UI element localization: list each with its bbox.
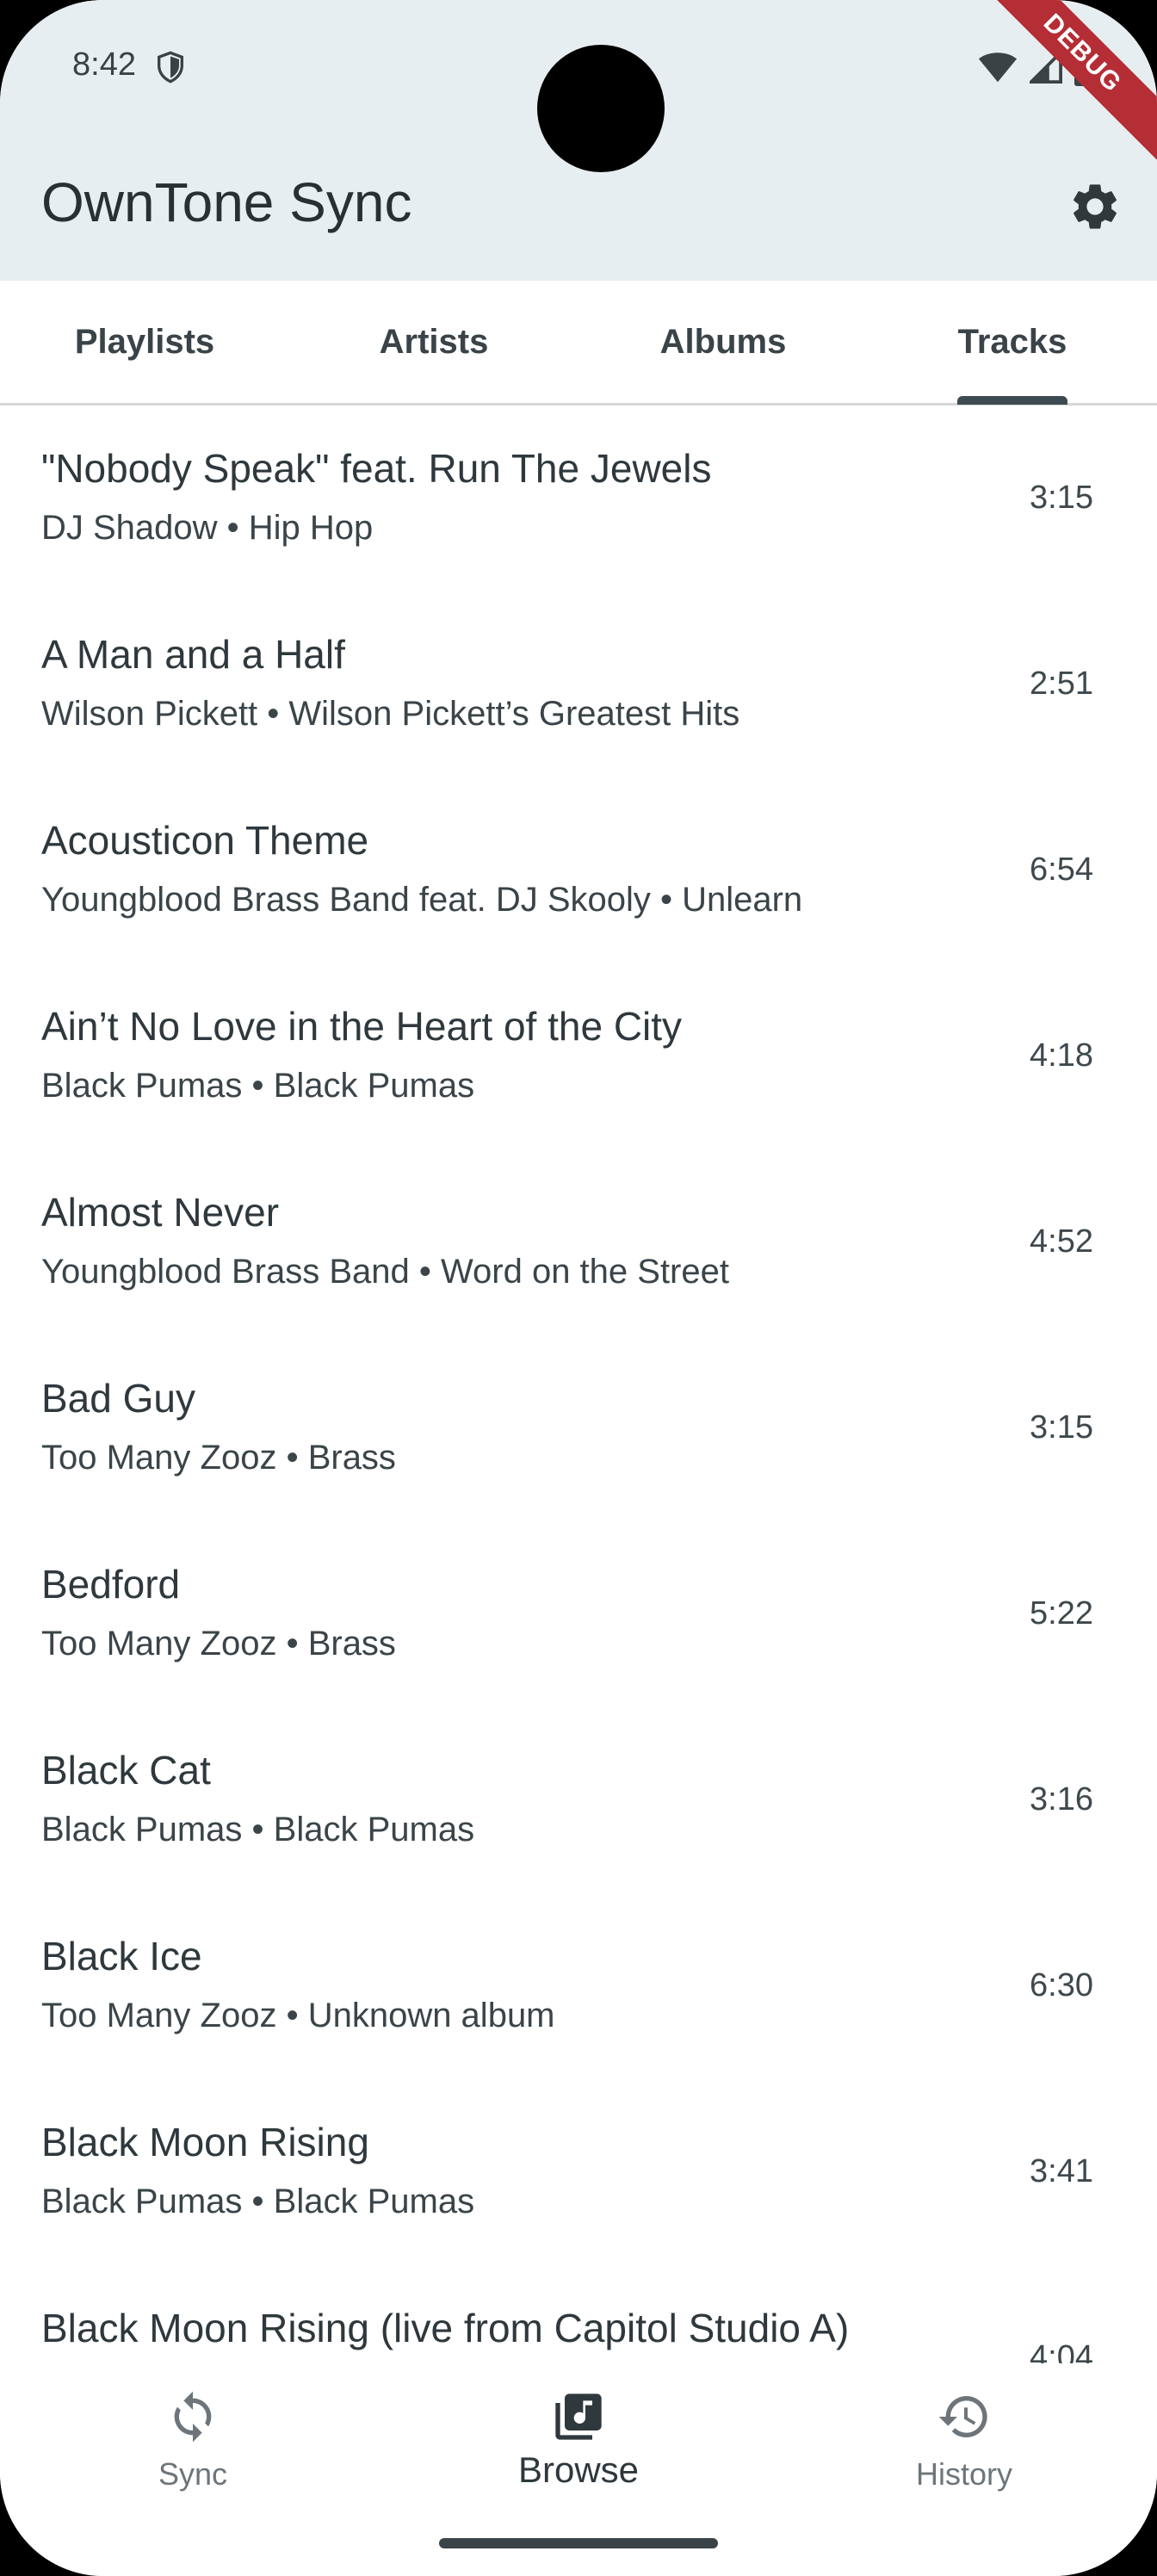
track-subtitle: Black Pumas • Black Pumas	[41, 1067, 475, 1105]
app-screen: 8:42 DEBUG OwnTone Sync Playlists Artist…	[0, 0, 1157, 2576]
track-row[interactable]: Black Moon Rising Black Pumas • Black Pu…	[0, 2079, 1157, 2265]
track-duration: 2:51	[1030, 666, 1093, 702]
tab-albums[interactable]: Albums	[578, 281, 868, 403]
track-subtitle: Wilson Pickett • Wilson Pickett’s Greate…	[41, 695, 740, 733]
app-title: OwnTone Sync	[41, 171, 412, 233]
track-row[interactable]: Black Cat Black Pumas • Black Pumas 3:16	[0, 1707, 1157, 1893]
track-subtitle: Black Pumas • Black Pumas	[41, 2183, 475, 2220]
track-title: Bad Guy	[41, 1376, 195, 1421]
track-duration: 5:22	[1030, 1595, 1093, 1632]
track-subtitle: DJ Shadow • Hip Hop	[41, 509, 374, 547]
track-row[interactable]: Black Ice Too Many Zooz • Unknown album …	[0, 1893, 1157, 2079]
library-music-icon	[555, 2393, 602, 2440]
track-duration: 3:41	[1030, 2153, 1093, 2189]
nav-sync-label: Sync	[158, 2456, 228, 2492]
track-duration: 4:18	[1030, 1037, 1093, 1074]
track-title: A Man and a Half	[41, 632, 345, 677]
bottom-navigation: Sync Browse History	[0, 2363, 1157, 2576]
track-title: Almost Never	[41, 1190, 280, 1235]
track-title: Black Ice	[41, 1934, 202, 1978]
track-subtitle: Youngblood Brass Band • Word on the Stre…	[41, 1253, 729, 1291]
track-row[interactable]: Acousticon Theme Youngblood Brass Band f…	[0, 777, 1157, 963]
track-title: Black Moon Rising (live from Capitol Stu…	[41, 2306, 850, 2350]
track-duration: 4:04	[1030, 2339, 1093, 2363]
sync-icon	[174, 2391, 212, 2443]
track-row[interactable]: A Man and a Half Wilson Pickett • Wilson…	[0, 591, 1157, 777]
track-row[interactable]: Bad Guy Too Many Zooz • Brass 3:15	[0, 1335, 1157, 1521]
track-subtitle: Youngblood Brass Band feat. DJ Skooly • …	[41, 881, 803, 919]
track-title: Ain’t No Love in the Heart of the City	[41, 1004, 683, 1049]
tab-playlists[interactable]: Playlists	[0, 281, 289, 403]
settings-gear-icon[interactable]	[1067, 179, 1123, 234]
track-duration: 3:15	[1030, 1409, 1093, 1446]
track-duration: 6:54	[1030, 851, 1093, 888]
status-time: 8:42	[72, 46, 136, 83]
track-list[interactable]: "Nobody Speak" feat. Run The Jewels DJ S…	[0, 406, 1157, 2363]
tab-indicator	[957, 396, 1067, 405]
track-title: Black Cat	[41, 1748, 211, 1793]
nav-browse[interactable]: Browse	[386, 2363, 771, 2536]
track-subtitle: Black Pumas • Black Pumas	[41, 1811, 475, 1848]
track-title: "Nobody Speak" feat. Run The Jewels	[41, 446, 712, 491]
track-duration: 6:30	[1030, 1967, 1093, 2003]
tab-bar: Playlists Artists Albums Tracks	[0, 281, 1157, 406]
nav-history[interactable]: History	[771, 2363, 1157, 2536]
shield-icon	[158, 51, 183, 84]
camera-cutout	[537, 45, 665, 172]
track-title: Acousticon Theme	[41, 818, 369, 863]
track-subtitle: Too Many Zooz • Brass	[41, 1439, 396, 1477]
app-bar: 8:42 DEBUG OwnTone Sync	[0, 0, 1157, 281]
track-row[interactable]: Bedford Too Many Zooz • Brass 5:22	[0, 1521, 1157, 1707]
home-indicator[interactable]	[439, 2538, 718, 2548]
track-subtitle: Too Many Zooz • Brass	[41, 1625, 396, 1663]
wifi-icon	[978, 53, 1018, 83]
nav-history-label: History	[915, 2456, 1012, 2492]
track-title: Black Moon Rising	[41, 2120, 369, 2164]
track-subtitle: Too Many Zooz • Unknown album	[41, 1997, 555, 2034]
track-duration: 3:15	[1030, 480, 1093, 516]
nav-browse-label: Browse	[517, 2449, 640, 2490]
nav-sync[interactable]: Sync	[0, 2363, 386, 2536]
track-row[interactable]: "Nobody Speak" feat. Run The Jewels DJ S…	[0, 406, 1157, 591]
track-row[interactable]: Black Moon Rising (live from Capitol Stu…	[0, 2265, 1157, 2363]
track-duration: 3:16	[1030, 1781, 1093, 1817]
tab-tracks[interactable]: Tracks	[868, 281, 1157, 403]
track-row[interactable]: Ain’t No Love in the Heart of the City B…	[0, 963, 1157, 1149]
track-row[interactable]: Almost Never Youngblood Brass Band • Wor…	[0, 1149, 1157, 1335]
history-icon	[938, 2396, 987, 2437]
track-duration: 4:52	[1030, 1223, 1093, 1260]
tab-artists[interactable]: Artists	[289, 281, 578, 403]
track-title: Bedford	[41, 1562, 181, 1607]
